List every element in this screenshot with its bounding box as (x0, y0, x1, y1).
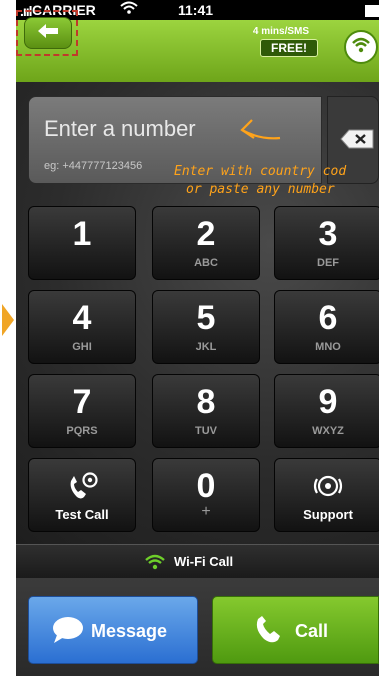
backspace-icon (340, 129, 374, 154)
key-2[interactable]: 2 ABC (152, 206, 260, 280)
phone-screen: .ııl CARRIER 11:41 4 mins/SMS FREE! Ente… (16, 0, 379, 676)
back-button[interactable] (24, 17, 72, 49)
test-call-label: Test Call (55, 507, 109, 522)
wifi-call-label: Wi-Fi Call (174, 554, 234, 569)
call-button[interactable]: Call (212, 596, 379, 664)
key-5[interactable]: 5 JKL (152, 290, 260, 364)
key-8[interactable]: 8 TUV (152, 374, 260, 448)
support-icon (275, 471, 379, 501)
key-letters: JKL (195, 341, 217, 353)
wifi-call-bar[interactable]: Wi-Fi Call (16, 544, 379, 579)
message-label: Message (91, 621, 168, 641)
arrow-left-icon (36, 22, 60, 45)
hint-line-2: or paste any number (186, 182, 335, 197)
key-digit: 7 (72, 383, 92, 421)
battery-icon (365, 5, 379, 17)
phone-test-icon (29, 471, 135, 501)
key-0[interactable]: 0 + (152, 458, 260, 532)
key-digit: 6 (318, 299, 338, 337)
key-letters: PQRS (66, 425, 98, 437)
phone-icon (253, 615, 283, 650)
promo-badge[interactable]: FREE! (260, 39, 318, 57)
message-button[interactable]: Message (28, 596, 198, 664)
key-letters: WXYZ (312, 425, 344, 437)
support-label: Support (303, 507, 353, 522)
test-call-button[interactable]: Test Call (28, 458, 136, 532)
key-letters: GHI (72, 341, 92, 353)
key-letters: MNO (315, 341, 341, 353)
key-1[interactable]: 1 (28, 206, 136, 280)
hint-line-1: Enter with country cod (174, 164, 347, 179)
support-button[interactable]: Support (274, 458, 379, 532)
key-digit: 1 (72, 215, 92, 253)
hint-arrow-icon (238, 118, 282, 153)
key-letters: TUV (195, 425, 217, 437)
key-3[interactable]: 3 DEF (274, 206, 379, 280)
key-digit: 9 (318, 383, 338, 421)
key-6[interactable]: 6 MNO (274, 290, 379, 364)
number-example: eg: +447777123456 (44, 160, 143, 172)
promo-text: 4 mins/SMS (252, 26, 310, 37)
key-plus: + (201, 503, 211, 520)
key-letters: DEF (317, 257, 339, 269)
backspace-button[interactable] (337, 129, 377, 154)
key-digit: 0 (196, 467, 216, 505)
call-label: Call (295, 621, 329, 641)
key-9[interactable]: 9 WXYZ (274, 374, 379, 448)
key-4[interactable]: 4 GHI (28, 290, 136, 364)
pointer-arrow-icon (2, 304, 14, 336)
key-letters: ABC (194, 257, 218, 269)
clock: 11:41 (178, 2, 214, 18)
chat-bubble-icon (51, 615, 85, 650)
number-placeholder: Enter a number (44, 116, 196, 141)
key-digit: 8 (196, 383, 216, 421)
key-digit: 3 (318, 215, 338, 253)
wifi-button[interactable] (344, 30, 378, 64)
wifi-status-icon (120, 1, 138, 18)
wifi-icon (144, 553, 166, 574)
key-7[interactable]: 7 PQRS (28, 374, 136, 448)
wifi-icon (351, 36, 371, 59)
key-digit: 2 (196, 215, 216, 253)
left-margin (0, 0, 16, 676)
key-digit: 4 (72, 299, 92, 337)
key-digit: 5 (196, 299, 216, 337)
